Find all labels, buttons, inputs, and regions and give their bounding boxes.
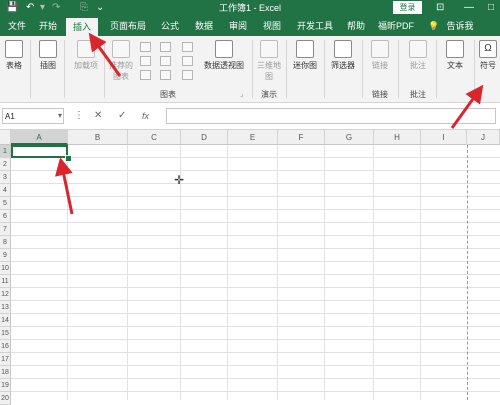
arrow-to-symbols (450, 84, 484, 129)
arrow-to-insert-tab (88, 32, 122, 77)
annotation-arrows (55, 32, 484, 215)
arrow-to-a1 (55, 157, 74, 215)
